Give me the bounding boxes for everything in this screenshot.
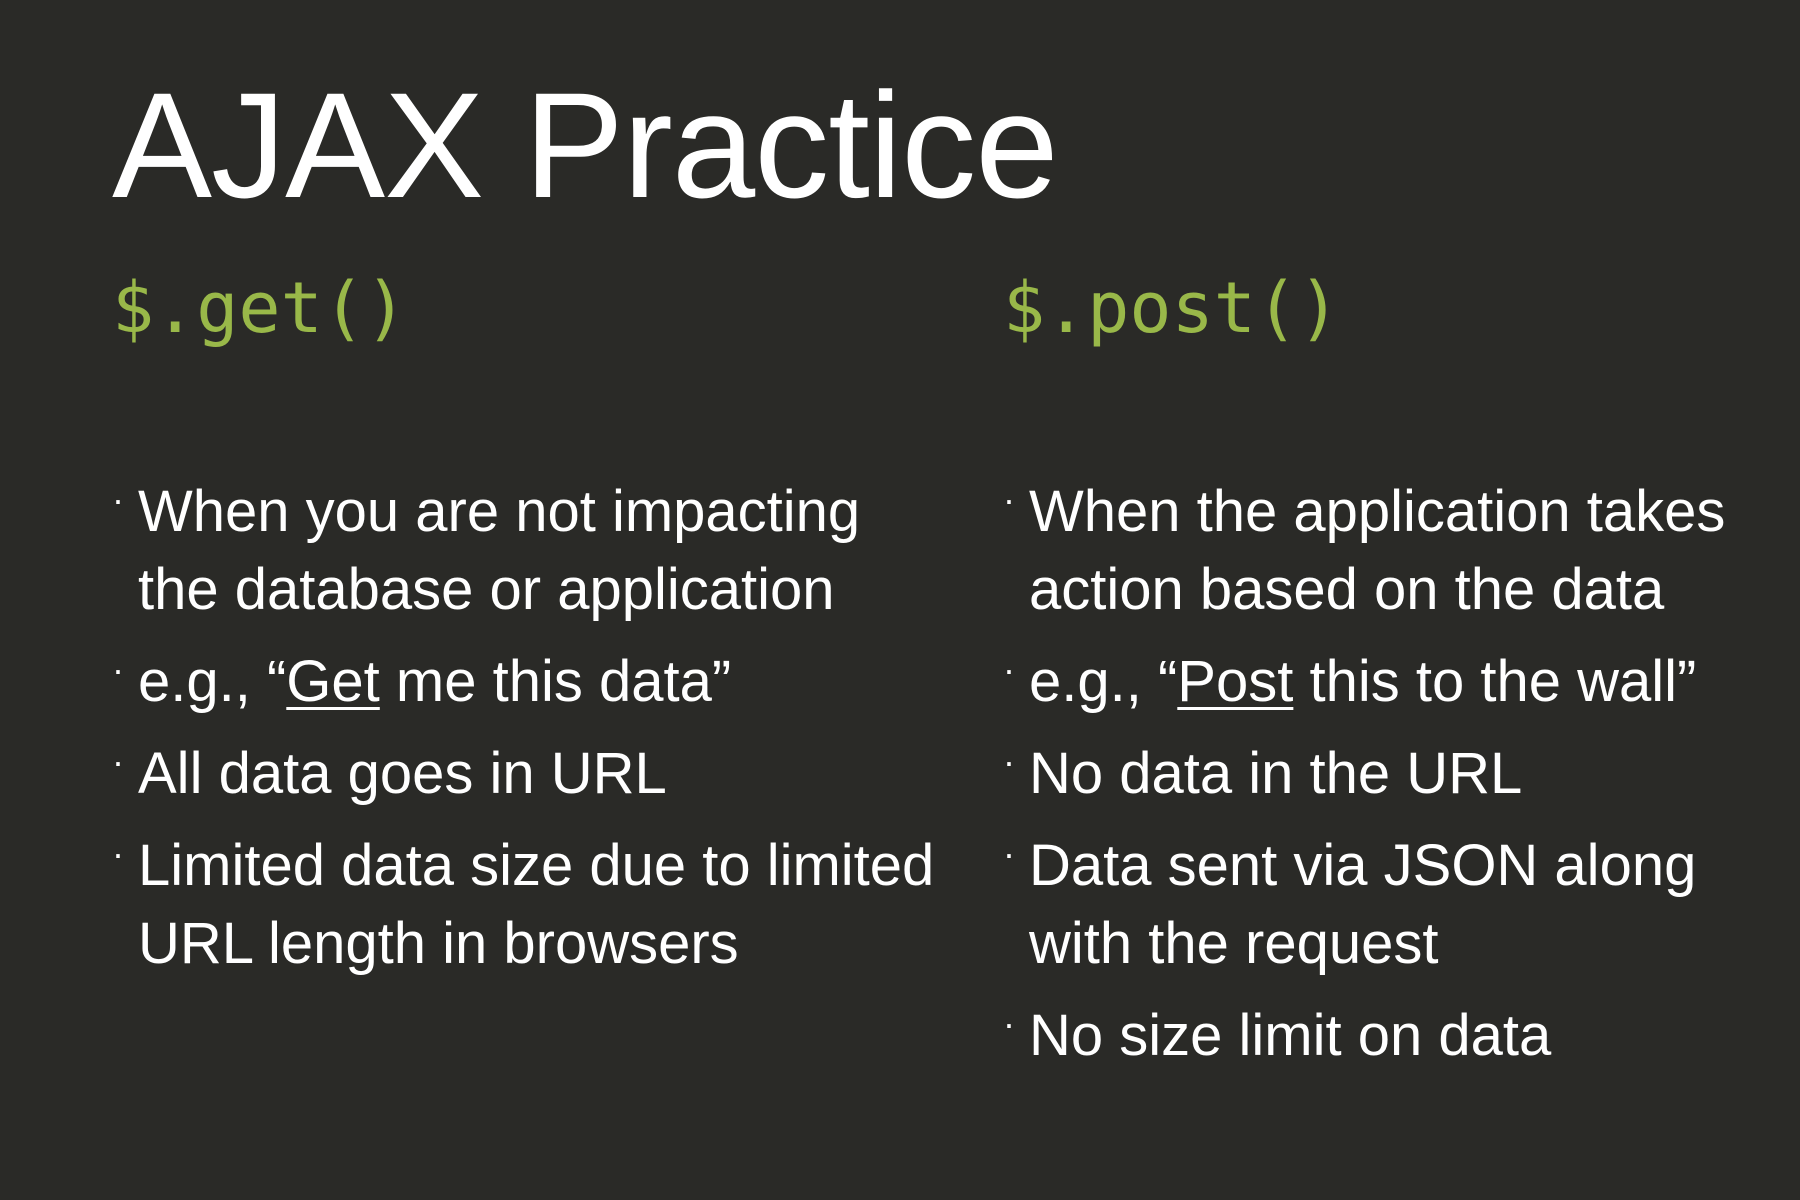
bullet-text-suffix: this to the wall” (1293, 649, 1697, 714)
bullet-text: When the application takes action based … (1029, 479, 1726, 622)
bullet-text: All data goes in URL (138, 741, 667, 806)
list-item: · No size limit on data (1003, 997, 1793, 1075)
bullet-icon: · (112, 833, 124, 874)
underlined-keyword: Post (1177, 649, 1294, 714)
list-item: · Data sent via JSON along with the requ… (1003, 827, 1793, 983)
bullet-text-prefix: e.g., “ (138, 649, 287, 714)
bullet-icon: · (1003, 1003, 1015, 1044)
bullet-text: Data sent via JSON along with the reques… (1029, 833, 1697, 976)
list-item: · e.g., “Get me this data” (112, 643, 952, 721)
list-item: · e.g., “Post this to the wall” (1003, 643, 1793, 721)
post-column: $.post() · When the application takes ac… (1003, 267, 1793, 1068)
bullet-icon: · (1003, 833, 1015, 874)
list-item: · No data in the URL (1003, 735, 1793, 813)
slide-title: AJAX Practice (112, 61, 1059, 229)
bullet-text: No data in the URL (1029, 741, 1523, 806)
get-column: $.get() · When you are not impacting the… (112, 267, 952, 976)
bullet-icon: · (112, 479, 124, 520)
get-bullet-list: · When you are not impacting the databas… (112, 473, 952, 997)
post-bullet-list: · When the application takes action base… (1003, 473, 1793, 1089)
bullet-text: When you are not impacting the database … (138, 479, 861, 622)
post-heading: $.post() (1003, 267, 1341, 349)
underlined-keyword: Get (286, 649, 380, 714)
bullet-text-suffix: me this data” (379, 649, 732, 714)
bullet-icon: · (1003, 649, 1015, 690)
get-heading: $.get() (112, 267, 408, 349)
bullet-icon: · (112, 649, 124, 690)
slide: AJAX Practice $.get() · When you are not… (0, 0, 1800, 1200)
list-item: · Limited data size due to limited URL l… (112, 827, 952, 983)
bullet-icon: · (1003, 479, 1015, 520)
bullet-text: No size limit on data (1029, 1003, 1552, 1068)
list-item: · All data goes in URL (112, 735, 952, 813)
list-item: · When the application takes action base… (1003, 473, 1793, 629)
list-item: · When you are not impacting the databas… (112, 473, 952, 629)
bullet-text-prefix: e.g., “ (1029, 649, 1178, 714)
bullet-icon: · (112, 741, 124, 782)
bullet-icon: · (1003, 741, 1015, 782)
bullet-text: Limited data size due to limited URL len… (138, 833, 935, 976)
